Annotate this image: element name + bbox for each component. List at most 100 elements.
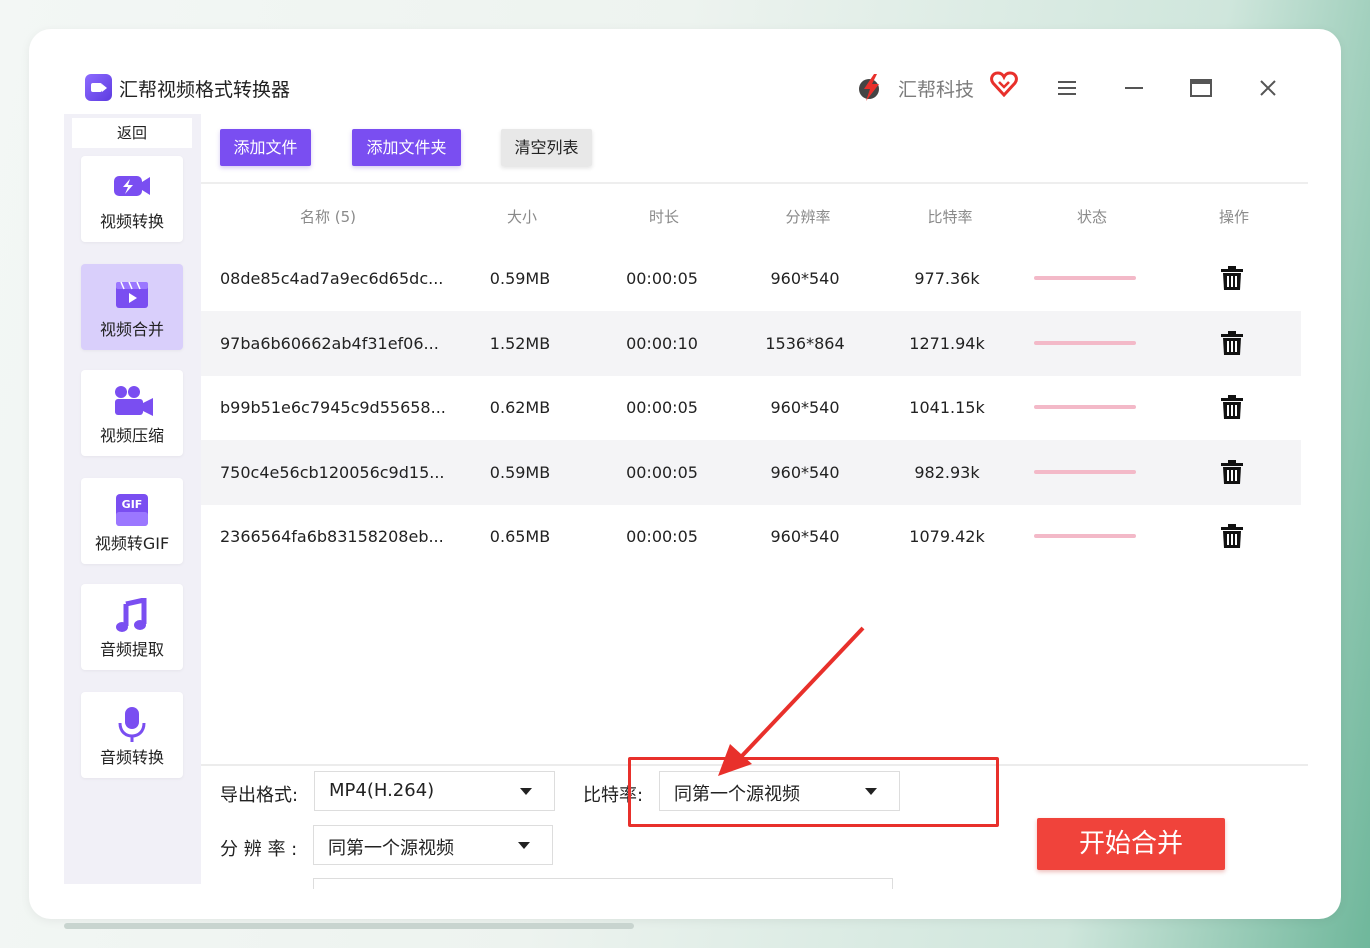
sidebar-item-audio-convert[interactable]: 音频转换 [81, 692, 183, 778]
resolution-select[interactable]: 同第一个源视频 [313, 825, 553, 865]
add-folder-button[interactable]: 添加文件夹 [352, 129, 461, 166]
table-row[interactable]: 2366564fa6b83158208eb... 0.65MB 00:00:05 96… [201, 504, 1301, 569]
svg-text:GIF: GIF [122, 498, 143, 511]
file-duration-cell: 00:00:05 [626, 398, 698, 417]
maximize-icon [1190, 79, 1212, 97]
trash-icon[interactable] [1220, 265, 1244, 291]
back-button[interactable]: 返回 [72, 118, 192, 148]
table-row[interactable]: 08de85c4ad7a9ec6d65dc... 0.59MB 00:00:05 96… [201, 246, 1301, 311]
header-status: 状态 [1076, 208, 1107, 226]
status-progress-bar [1034, 340, 1136, 345]
export-format-select[interactable]: MP4(H.264) [314, 771, 555, 811]
file-name-cell: 08de85c4ad7a9ec6d65dc... [220, 269, 444, 288]
close-icon [1260, 80, 1276, 96]
file-duration-cell: 00:00:05 [626, 462, 698, 482]
file-resolution-cell: 960*540 [770, 398, 840, 417]
sidebar-item-video-compress[interactable]: 视频压缩 [81, 370, 183, 456]
sidebar-item-label: 音频转换 [99, 748, 164, 767]
brand-name: 汇帮科技 [898, 79, 975, 101]
trash-icon[interactable] [1220, 523, 1244, 549]
heart-icon[interactable] [990, 71, 1018, 97]
video-camera-icon [85, 74, 112, 101]
file-resolution-cell: 960*540 [770, 269, 840, 288]
file-bitrate-cell: 977.36k [914, 269, 980, 288]
progress-fill [1034, 469, 1136, 474]
header-bitrate: 比特率 [927, 208, 973, 226]
toolbar-divider [201, 182, 1308, 184]
music-note-icon [116, 598, 147, 632]
file-name-cell: 97ba6b60662ab4f31ef06... [220, 333, 439, 353]
sidebar-item-label: 视频转GIF [94, 534, 170, 553]
progress-fill [1034, 534, 1136, 538]
table-row[interactable]: 97ba6b60662ab4f31ef06... 1.52MB 00:00:10 15… [201, 310, 1301, 376]
progress-fill [1034, 340, 1136, 345]
app-window: 汇帮视频格式转换器 汇帮科技 返回 视频转换 视频合并 视频压缩 GIF 视频转… [64, 62, 1308, 889]
header-duration: 时长 [648, 208, 679, 226]
file-bitrate-cell: 1041.15k [909, 398, 985, 417]
sidebar-item-label: 视频合并 [99, 320, 164, 339]
file-size-cell: 0.62MB [489, 398, 551, 417]
export-format-label: 导出格式: [220, 785, 299, 806]
trash-icon[interactable] [1220, 394, 1244, 420]
header-name: 名称 (5) [299, 208, 357, 226]
file-name-cell: 2366564fa6b83158208eb... [220, 527, 444, 546]
file-duration-cell: 00:00:05 [626, 269, 698, 288]
header-action: 操作 [1218, 208, 1249, 226]
video-compress-icon [115, 386, 153, 416]
sidebar-item-label: 视频转换 [99, 212, 164, 231]
maximize-button[interactable] [1186, 74, 1216, 102]
lightning-logo-icon [859, 74, 879, 101]
menu-button[interactable] [1052, 74, 1082, 102]
trash-icon[interactable] [1220, 330, 1244, 356]
file-size-cell: 0.59MB [489, 269, 551, 288]
header-resolution: 分辨率 [785, 208, 831, 226]
progress-fill [1034, 276, 1136, 280]
table-row[interactable]: 750c4e56cb120056c9d15... 0.59MB 00:00:05 96… [201, 439, 1301, 505]
file-resolution-cell: 960*540 [770, 527, 840, 546]
sidebar-item-video-merge[interactable]: 视频合并 [81, 264, 183, 350]
highlight-box [628, 757, 999, 827]
horizontal-scrollbar[interactable] [64, 923, 634, 929]
chevron-down-icon [518, 842, 530, 849]
status-progress-bar [1034, 469, 1136, 474]
status-progress-bar [1034, 405, 1136, 409]
resolution-label: 分 辨 率 : [220, 839, 298, 860]
add-file-button[interactable]: 添加文件 [220, 129, 311, 166]
start-merge-button[interactable]: 开始合并 [1037, 818, 1225, 870]
output-path-field[interactable] [313, 878, 893, 889]
file-bitrate-cell: 982.93k [914, 462, 980, 482]
file-size-cell: 0.65MB [489, 527, 551, 546]
video-merge-icon [116, 281, 148, 308]
close-button[interactable] [1253, 74, 1283, 102]
sidebar-item-audio-extract[interactable]: 音频提取 [81, 584, 183, 670]
file-bitrate-cell: 1079.42k [909, 527, 985, 546]
file-size-cell: 1.52MB [489, 333, 551, 353]
table-header: 名称 (5) 大小 时长 分辨率 比特率 状态 操作 [201, 198, 1301, 236]
status-progress-bar [1034, 534, 1136, 538]
menu-icon [1058, 81, 1076, 95]
file-bitrate-cell: 1271.94k [909, 333, 985, 353]
sidebar-item-label: 视频压缩 [99, 426, 164, 445]
microphone-icon [118, 707, 146, 742]
app-title: 汇帮视频格式转换器 [119, 79, 291, 101]
header-size: 大小 [506, 208, 537, 226]
sidebar-item-video-convert[interactable]: 视频转换 [81, 156, 183, 242]
progress-fill [1034, 405, 1136, 409]
main-panel: 添加文件 添加文件夹 清空列表 名称 (5) 大小 时长 分辨率 比特率 状态 … [201, 114, 1308, 889]
file-resolution-cell: 960*540 [770, 462, 840, 482]
clear-list-button[interactable]: 清空列表 [501, 129, 592, 166]
file-duration-cell: 00:00:10 [626, 333, 698, 353]
minimize-button[interactable] [1119, 74, 1149, 102]
table-row[interactable]: b99b51e6c7945c9d55658... 0.62MB 00:00:05 96… [201, 375, 1301, 440]
status-progress-bar [1034, 276, 1136, 280]
file-duration-cell: 00:00:05 [626, 527, 698, 546]
resolution-value: 同第一个源视频 [328, 838, 454, 859]
file-resolution-cell: 1536*864 [765, 333, 845, 353]
trash-icon[interactable] [1220, 459, 1244, 485]
video-convert-icon [114, 176, 150, 196]
minimize-icon [1125, 87, 1143, 89]
file-size-cell: 0.59MB [489, 462, 551, 482]
sidebar-item-label: 音频提取 [99, 640, 164, 659]
sidebar: 返回 视频转换 视频合并 视频压缩 GIF 视频转GIF 音频提取 音频转换 [64, 114, 201, 884]
sidebar-item-video-gif[interactable]: GIF 视频转GIF [81, 478, 183, 564]
